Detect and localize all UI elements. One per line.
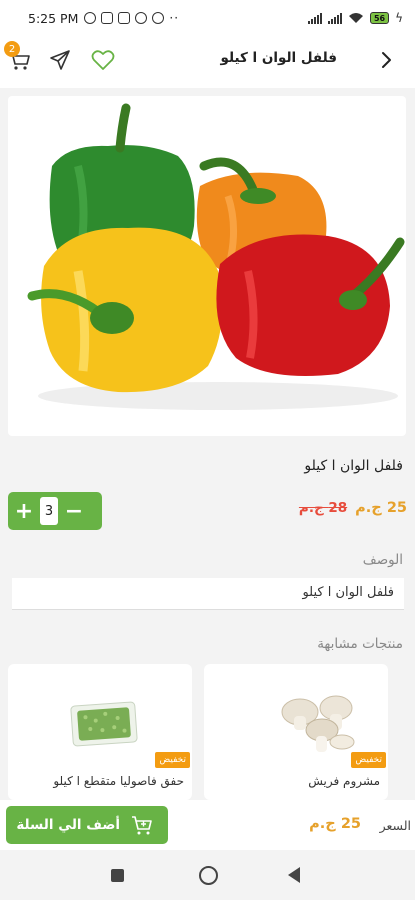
current-price: 25 ج.م xyxy=(355,500,407,516)
cart-button[interactable]: 2 xyxy=(4,41,32,72)
product-image[interactable] xyxy=(8,96,406,436)
bottom-price-label: السعر xyxy=(379,818,411,833)
back-button[interactable] xyxy=(377,50,395,70)
description-box: فلفل الوان ا كيلو xyxy=(12,578,404,610)
status-time: 5:25 PM xyxy=(28,10,79,26)
bell-peppers-illustration xyxy=(27,103,405,410)
similar-products-heading: منتجات مشابهة xyxy=(317,636,403,652)
share-button[interactable] xyxy=(48,48,72,72)
cart-count-badge: 2 xyxy=(4,41,20,57)
decrease-quantity-button[interactable]: − xyxy=(58,492,90,530)
whatsapp-icon xyxy=(135,12,148,24)
bottom-action-bar: أضف الي السلة 25 ج.م السعر xyxy=(0,800,415,850)
more-indicators: ·· xyxy=(169,11,180,25)
wifi-icon xyxy=(348,13,363,23)
back-arrow-icon xyxy=(382,52,391,68)
yellow-pepper xyxy=(27,227,223,393)
favorite-button[interactable] xyxy=(90,48,116,72)
sale-badge: تخفيض xyxy=(155,752,190,768)
description-heading: الوصف xyxy=(362,552,403,568)
battery-level: 56 xyxy=(373,13,386,23)
charging-icon: ϟ xyxy=(395,11,403,25)
system-back-icon[interactable] xyxy=(288,867,300,883)
app-header: 2 فلفل الوان ا كيلو xyxy=(0,36,415,88)
product-image-area xyxy=(0,88,415,442)
system-nav-bar xyxy=(0,850,415,900)
bottom-price: 25 ج.م xyxy=(309,816,361,832)
storage-icon xyxy=(118,12,131,24)
add-to-cart-button[interactable]: أضف الي السلة xyxy=(6,806,168,844)
add-to-cart-label: أضف الي السلة xyxy=(16,817,120,833)
status-bar: 5:25 PM ·· 56 ϟ xyxy=(0,0,415,36)
sale-badge: تخفيض xyxy=(351,752,386,768)
signal-icon xyxy=(307,12,322,24)
similar-product-card[interactable]: تخفيض مشروم فريش xyxy=(204,664,388,800)
alarm-icon xyxy=(84,12,97,24)
similar-product-title: مشروم فريش xyxy=(308,774,380,788)
description-text: فلفل الوان ا كيلو xyxy=(302,585,394,600)
sim-icon xyxy=(101,12,114,24)
product-name: فلفل الوان ا كيلو xyxy=(304,458,403,474)
product-prices: 25 ج.م 28 ج.م xyxy=(299,500,407,516)
quantity-value[interactable]: 3 xyxy=(40,497,58,525)
similar-product-card[interactable]: تخفيض حفق فاصوليا متقطع ا كيلو xyxy=(8,664,192,800)
increase-quantity-button[interactable]: + xyxy=(8,492,40,530)
page-title: فلفل الوان ا كيلو xyxy=(220,50,338,66)
add-to-cart-icon xyxy=(132,816,152,835)
similar-product-title: حفق فاصوليا متقطع ا كيلو xyxy=(53,774,184,788)
battery-icon: 56 xyxy=(369,12,390,24)
heart-icon xyxy=(91,50,115,70)
recent-apps-icon[interactable] xyxy=(111,869,124,882)
settings-icon xyxy=(152,12,165,24)
signal-icon-2 xyxy=(327,12,342,24)
home-icon[interactable] xyxy=(199,866,218,885)
quantity-stepper: + 3 − xyxy=(8,492,102,530)
share-icon xyxy=(50,50,70,70)
red-pepper xyxy=(216,234,405,376)
old-price: 28 ج.م xyxy=(298,500,348,516)
